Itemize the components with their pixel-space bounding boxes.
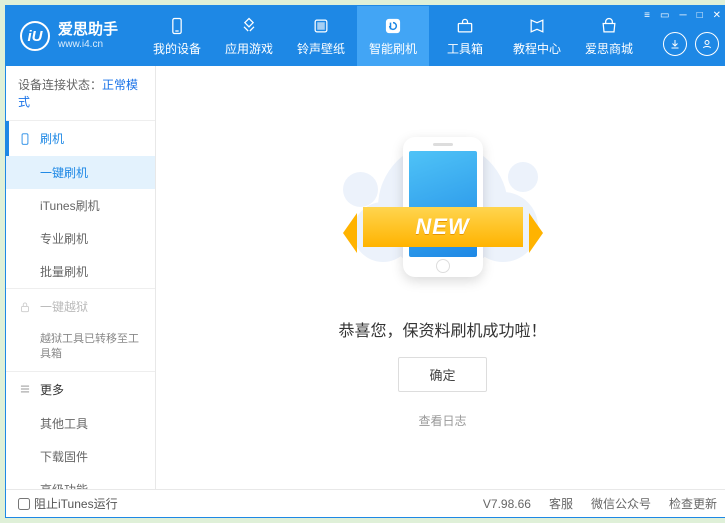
sidebar-flash[interactable]: 刷机 xyxy=(6,121,155,156)
user-icon xyxy=(701,38,713,50)
app-title: 爱思助手 xyxy=(58,22,118,39)
app-window: iU 爱思助手 www.i4.cn 我的设备 应用游戏 铃声壁纸 智能刷机 xyxy=(5,5,725,518)
store-icon xyxy=(599,16,619,36)
jailbreak-note: 越狱工具已转移至工具箱 xyxy=(6,324,155,371)
service-link[interactable]: 客服 xyxy=(549,495,573,512)
skin-button[interactable]: ▭ xyxy=(656,8,673,23)
menu-button[interactable]: ≡ xyxy=(640,8,654,23)
book-icon xyxy=(527,16,547,36)
close-button[interactable]: ✕ xyxy=(709,8,725,23)
sidebar-more[interactable]: 更多 xyxy=(6,372,155,407)
apps-icon xyxy=(239,16,259,36)
wechat-link[interactable]: 微信公众号 xyxy=(591,495,651,512)
maximize-button[interactable]: □ xyxy=(693,8,707,23)
titlebar-right-buttons xyxy=(663,32,719,56)
app-url: www.i4.cn xyxy=(58,39,118,50)
block-itunes-checkbox[interactable]: 阻止iTunes运行 xyxy=(18,495,118,512)
nav-my-devices[interactable]: 我的设备 xyxy=(141,6,213,66)
sidebar-oneclick-flash[interactable]: 一键刷机 xyxy=(6,156,155,189)
menu-icon xyxy=(18,382,32,396)
titlebar: iU 爱思助手 www.i4.cn 我的设备 应用游戏 铃声壁纸 智能刷机 xyxy=(6,6,725,66)
sidebar-download-firmware[interactable]: 下载固件 xyxy=(6,440,155,473)
footer: 阻止iTunes运行 V7.98.66 客服 微信公众号 检查更新 xyxy=(6,489,725,517)
toolbox-icon xyxy=(455,16,475,36)
sidebar-itunes-flash[interactable]: iTunes刷机 xyxy=(6,189,155,222)
sidebar: 设备连接状态：正常模式 刷机 一键刷机 iTunes刷机 专业刷机 批量刷机 一… xyxy=(6,66,156,489)
update-link[interactable]: 检查更新 xyxy=(669,495,717,512)
ok-button[interactable]: 确定 xyxy=(398,357,486,392)
version-label: V7.98.66 xyxy=(483,497,531,511)
phone-icon xyxy=(18,132,32,146)
sidebar-pro-flash[interactable]: 专业刷机 xyxy=(6,222,155,255)
logo-icon: iU xyxy=(20,21,50,51)
new-ribbon: NEW xyxy=(363,207,523,247)
sidebar-other-tools[interactable]: 其他工具 xyxy=(6,407,155,440)
sidebar-batch-flash[interactable]: 批量刷机 xyxy=(6,255,155,288)
success-message: 恭喜您，保资料刷机成功啦！ xyxy=(338,317,546,341)
nav-tutorial[interactable]: 教程中心 xyxy=(501,6,573,66)
connection-status: 设备连接状态：正常模式 xyxy=(6,66,155,120)
user-button[interactable] xyxy=(695,32,719,56)
sidebar-jailbreak[interactable]: 一键越狱 xyxy=(6,289,155,324)
nav-ringtones[interactable]: 铃声壁纸 xyxy=(285,6,357,66)
logo: iU 爱思助手 www.i4.cn xyxy=(6,21,141,51)
download-icon xyxy=(669,38,681,50)
flash-icon xyxy=(383,16,403,36)
sidebar-advanced[interactable]: 高级功能 xyxy=(6,473,155,489)
lock-icon xyxy=(18,300,32,314)
nav-flash[interactable]: 智能刷机 xyxy=(357,6,429,66)
window-controls: ≡ ▭ ─ □ ✕ xyxy=(640,8,725,23)
wallpaper-icon xyxy=(311,16,331,36)
view-log-link[interactable]: 查看日志 xyxy=(418,412,466,429)
minimize-button[interactable]: ─ xyxy=(675,8,690,23)
main-nav: 我的设备 应用游戏 铃声壁纸 智能刷机 工具箱 教程中心 xyxy=(141,6,645,66)
nav-apps[interactable]: 应用游戏 xyxy=(213,6,285,66)
nav-toolbox[interactable]: 工具箱 xyxy=(429,6,501,66)
download-button[interactable] xyxy=(663,32,687,56)
body: 设备连接状态：正常模式 刷机 一键刷机 iTunes刷机 专业刷机 批量刷机 一… xyxy=(6,66,725,489)
main-content: NEW 恭喜您，保资料刷机成功啦！ 确定 查看日志 xyxy=(156,66,725,489)
nav-store[interactable]: 爱思商城 xyxy=(573,6,645,66)
success-illustration: NEW xyxy=(333,127,553,297)
device-icon xyxy=(167,16,187,36)
